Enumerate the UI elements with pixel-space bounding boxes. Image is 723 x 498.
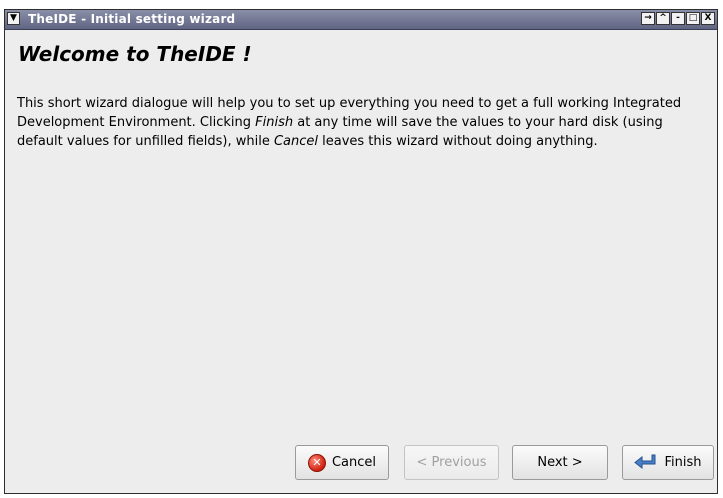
window-controls: → ^ - □ X — [641, 12, 715, 25]
maximize-icon: □ — [688, 13, 698, 23]
minimize-icon: - — [676, 13, 680, 23]
cancel-button[interactable]: ✕ Cancel — [295, 445, 389, 480]
next-button[interactable]: Next > — [512, 445, 608, 480]
previous-button-label: < Previous — [416, 455, 487, 470]
chevron-down-icon: ▼ — [10, 13, 17, 23]
window-menu-button[interactable]: ▼ — [7, 12, 20, 25]
next-button-label: Next > — [537, 455, 583, 470]
cancel-button-label: Cancel — [331, 455, 377, 470]
caret-up-icon: ^ — [659, 13, 667, 23]
title-bar[interactable]: ▼ TheIDE - Initial setting wizard → ^ - … — [5, 10, 717, 30]
page-title: Welcome to TheIDE ! — [18, 42, 252, 66]
close-icon: X — [704, 13, 712, 23]
finish-button-label: Finish — [664, 455, 702, 470]
window-title: TheIDE - Initial setting wizard — [28, 12, 236, 26]
cancel-emphasis: Cancel — [273, 134, 318, 149]
shade-button[interactable]: → — [641, 12, 655, 25]
finish-arrow-icon — [634, 454, 658, 472]
raise-button[interactable]: ^ — [656, 12, 670, 25]
arrow-right-icon: → — [644, 13, 652, 23]
minimize-button[interactable]: - — [671, 12, 685, 25]
close-button[interactable]: X — [701, 12, 715, 25]
finish-emphasis: Finish — [255, 115, 294, 130]
previous-button[interactable]: < Previous — [404, 445, 499, 480]
maximize-button[interactable]: □ — [686, 12, 700, 25]
cancel-icon: ✕ — [307, 453, 326, 472]
intro-text-part: leaves this wizard without doing anythin… — [318, 134, 598, 149]
intro-text: This short wizard dialogue will help you… — [17, 94, 707, 151]
wizard-window: ▼ TheIDE - Initial setting wizard → ^ - … — [4, 9, 718, 494]
finish-button[interactable]: Finish — [622, 445, 714, 480]
